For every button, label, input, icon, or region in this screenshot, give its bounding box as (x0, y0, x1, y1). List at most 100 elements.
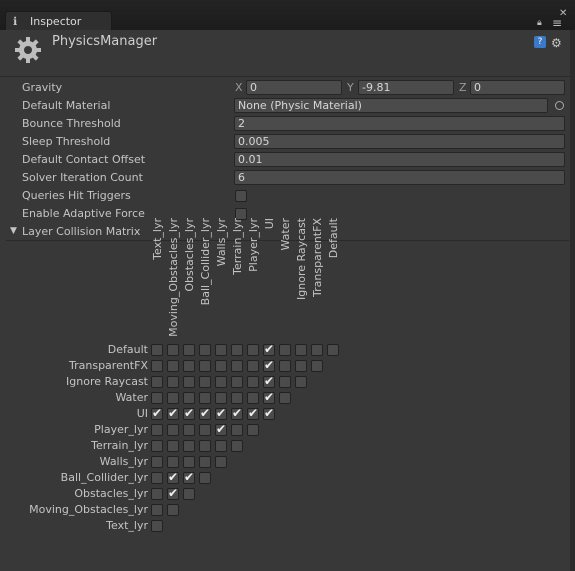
matrix-checkbox[interactable] (215, 440, 227, 452)
gravity-y-field[interactable]: -9.81 (358, 80, 454, 95)
bounce-threshold-field[interactable]: 2 (234, 116, 565, 131)
matrix-checkbox[interactable] (183, 440, 195, 452)
matrix-checkbox[interactable] (247, 360, 259, 372)
bounce-threshold-row: Bounce Threshold 2 (0, 115, 575, 133)
matrix-checkbox[interactable] (167, 376, 179, 388)
matrix-checkbox[interactable] (183, 456, 195, 468)
matrix-checkbox[interactable] (279, 392, 291, 404)
matrix-checkbox[interactable] (183, 376, 195, 388)
matrix-checkbox[interactable] (183, 406, 195, 420)
matrix-checkbox[interactable] (247, 424, 259, 436)
matrix-checkbox[interactable] (167, 504, 179, 516)
lock-icon[interactable]: 🔒︎ (537, 18, 542, 28)
matrix-checkbox[interactable] (311, 360, 323, 372)
matrix-checkbox[interactable] (263, 342, 275, 356)
settings-gear-icon[interactable]: ⚙ (551, 36, 562, 50)
solver-iteration-count-label: Solver Iteration Count (22, 171, 143, 184)
object-picker-icon[interactable] (555, 101, 564, 110)
matrix-checkbox[interactable] (279, 344, 291, 356)
matrix-checkbox[interactable] (279, 360, 291, 372)
matrix-checkbox[interactable] (167, 360, 179, 372)
matrix-checkbox[interactable] (231, 392, 243, 404)
matrix-checkbox[interactable] (199, 360, 211, 372)
matrix-checkbox[interactable] (151, 376, 163, 388)
matrix-checkbox[interactable] (151, 424, 163, 436)
matrix-checkbox[interactable] (183, 360, 195, 372)
matrix-checkbox[interactable] (279, 376, 291, 388)
matrix-checkbox[interactable] (151, 456, 163, 468)
matrix-checkbox[interactable] (247, 344, 259, 356)
matrix-checkbox[interactable] (151, 472, 163, 484)
matrix-checkbox[interactable] (151, 520, 163, 532)
matrix-checkbox[interactable] (199, 344, 211, 356)
window-menu-icon[interactable]: ≡ (552, 17, 562, 29)
matrix-checkbox[interactable] (231, 440, 243, 452)
matrix-checkbox[interactable] (167, 344, 179, 356)
matrix-checkbox[interactable] (247, 392, 259, 404)
default-material-field[interactable]: None (Physic Material) (234, 98, 548, 113)
matrix-checkbox[interactable] (215, 456, 227, 468)
matrix-checkbox[interactable] (231, 344, 243, 356)
solver-iteration-count-field[interactable]: 6 (234, 170, 565, 185)
matrix-checkbox[interactable] (263, 358, 275, 372)
matrix-checkbox[interactable] (311, 344, 323, 356)
matrix-checkbox[interactable] (215, 376, 227, 388)
matrix-checkbox[interactable] (199, 440, 211, 452)
matrix-checkbox[interactable] (247, 406, 259, 420)
queries-hit-triggers-checkbox[interactable] (235, 190, 247, 202)
matrix-checkbox[interactable] (151, 406, 163, 420)
matrix-checkbox[interactable] (231, 376, 243, 388)
matrix-checkbox[interactable] (215, 392, 227, 404)
matrix-checkbox[interactable] (151, 488, 163, 500)
matrix-checkbox[interactable] (263, 390, 275, 404)
matrix-checkbox[interactable] (151, 344, 163, 356)
matrix-checkbox[interactable] (199, 456, 211, 468)
matrix-checkbox[interactable] (167, 470, 179, 484)
matrix-row-label: Moving_Obstacles_lyr (29, 503, 148, 516)
matrix-checkbox[interactable] (183, 488, 195, 500)
sleep-threshold-field[interactable]: 0.005 (234, 134, 565, 149)
matrix-checkbox[interactable] (151, 504, 163, 516)
matrix-checkbox[interactable] (151, 392, 163, 404)
matrix-checkbox[interactable] (295, 344, 307, 356)
matrix-checkbox[interactable] (295, 376, 307, 388)
matrix-checkbox[interactable] (151, 360, 163, 372)
matrix-checkbox[interactable] (263, 374, 275, 388)
foldout-arrow-icon[interactable]: ▼ (10, 226, 17, 236)
matrix-checkbox[interactable] (231, 360, 243, 372)
matrix-checkbox[interactable] (231, 406, 243, 420)
matrix-checkbox[interactable] (215, 406, 227, 420)
matrix-checkbox[interactable] (231, 424, 243, 436)
matrix-checkbox[interactable] (167, 456, 179, 468)
matrix-column-label: UI (263, 218, 276, 230)
default-contact-offset-field[interactable]: 0.01 (234, 152, 565, 167)
tab-inspector[interactable]: ℹ Inspector (5, 11, 112, 30)
matrix-checkbox[interactable] (215, 422, 227, 436)
matrix-checkbox[interactable] (295, 360, 307, 372)
matrix-checkbox[interactable] (183, 424, 195, 436)
matrix-checkbox[interactable] (263, 406, 275, 420)
gravity-x-field[interactable]: 0 (246, 80, 342, 95)
matrix-checkbox[interactable] (199, 472, 211, 484)
matrix-checkbox[interactable] (199, 376, 211, 388)
default-contact-offset-row: Default Contact Offset 0.01 (0, 151, 575, 169)
matrix-checkbox[interactable] (247, 376, 259, 388)
matrix-checkbox[interactable] (167, 424, 179, 436)
matrix-checkbox[interactable] (199, 406, 211, 420)
matrix-checkbox[interactable] (167, 406, 179, 420)
matrix-checkbox[interactable] (327, 344, 339, 356)
matrix-checkbox[interactable] (167, 440, 179, 452)
matrix-checkbox[interactable] (167, 486, 179, 500)
matrix-checkbox[interactable] (199, 392, 211, 404)
matrix-checkbox[interactable] (183, 344, 195, 356)
matrix-checkbox[interactable] (199, 424, 211, 436)
matrix-checkbox[interactable] (215, 344, 227, 356)
matrix-checkbox[interactable] (183, 470, 195, 484)
matrix-checkbox[interactable] (167, 392, 179, 404)
gravity-z-field[interactable]: 0 (470, 80, 565, 95)
matrix-checkbox[interactable] (215, 360, 227, 372)
matrix-checkbox[interactable] (183, 392, 195, 404)
help-icon[interactable]: ? (534, 36, 546, 48)
matrix-checkbox[interactable] (151, 440, 163, 452)
matrix-column-label: Moving_Obstacles_lyr (167, 218, 180, 337)
